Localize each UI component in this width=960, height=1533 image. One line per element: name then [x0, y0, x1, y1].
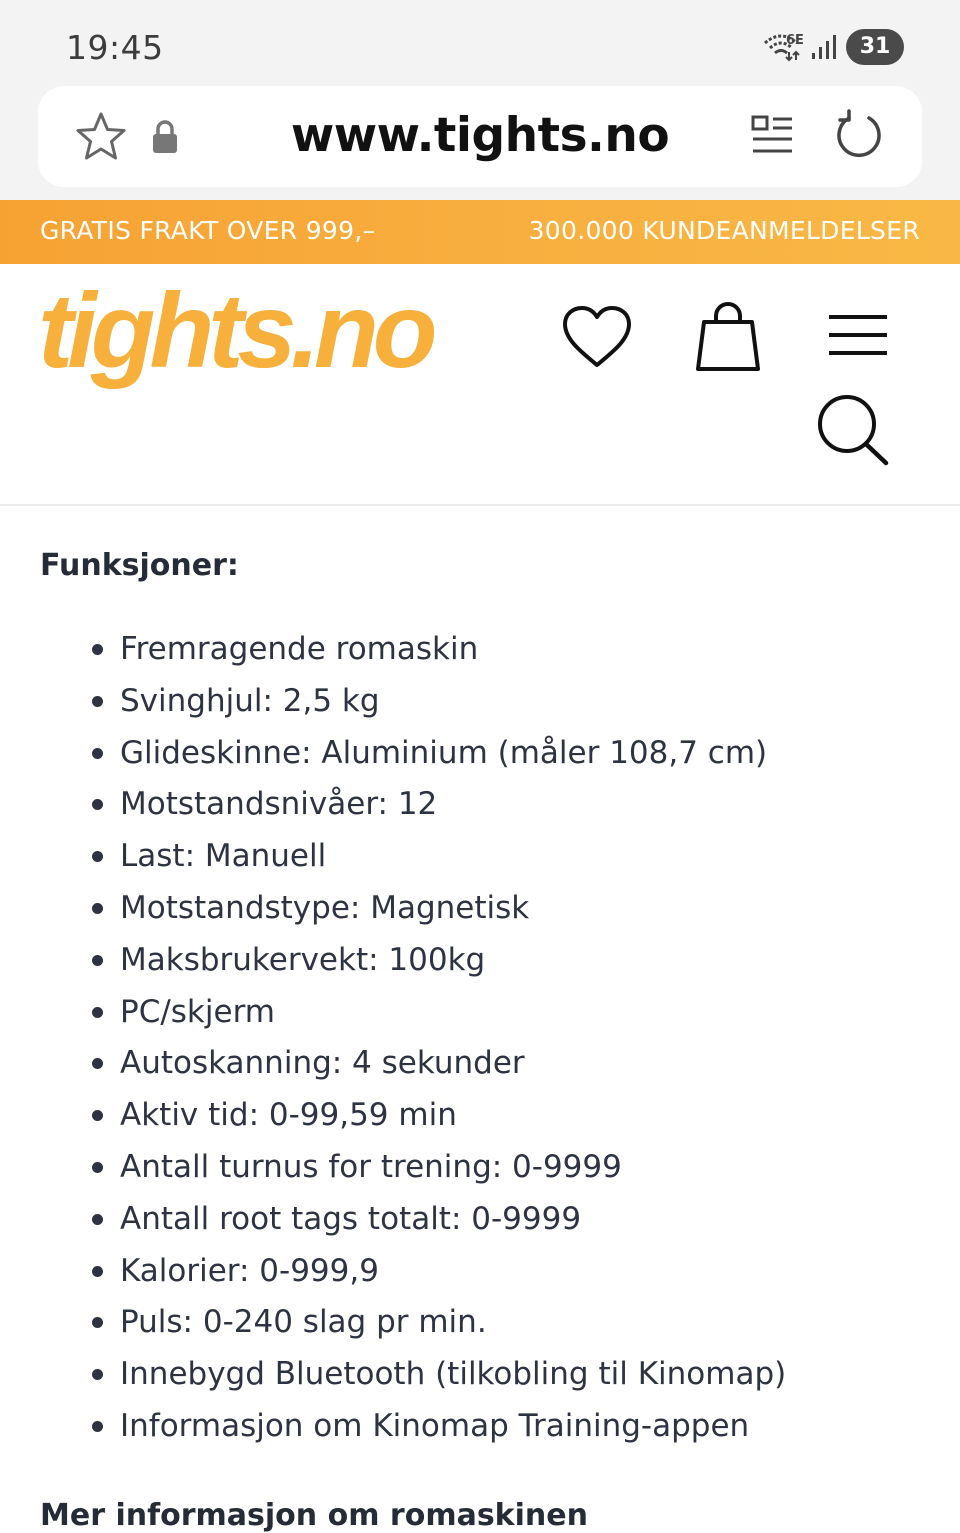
reload-icon[interactable]	[832, 108, 886, 162]
bag-icon[interactable]	[692, 300, 764, 374]
feature-list: Fremragende romaskin Svinghjul: 2,5 kg G…	[0, 628, 960, 1457]
reader-mode-icon[interactable]	[750, 114, 796, 158]
menu-icon[interactable]	[826, 312, 890, 358]
list-item: Innebygd Bluetooth (tilkobling til Kinom…	[0, 1353, 960, 1405]
list-item: PC/skjerm	[0, 991, 960, 1043]
list-item: Motstandstype: Magnetisk	[0, 887, 960, 939]
list-item: Kalorier: 0-999,9	[0, 1250, 960, 1302]
wifi-6e-icon: 6E	[764, 33, 804, 62]
status-clock: 19:45	[66, 28, 164, 67]
signal-icon	[812, 35, 836, 59]
battery-icon: 31	[846, 29, 904, 65]
svg-text:6E: 6E	[786, 33, 804, 48]
list-item: Motstandsnivåer: 12	[0, 783, 960, 835]
site-logo[interactable]: tights.no	[38, 278, 437, 384]
search-icon[interactable]	[814, 392, 892, 468]
reviews-count-text: 300.000 KUNDEANMELDELSER	[528, 216, 920, 245]
list-item: Glideskinne: Aluminium (måler 108,7 cm)	[0, 732, 960, 784]
list-item: Aktiv tid: 0-99,59 min	[0, 1094, 960, 1146]
status-bar: 19:45 6E 31 www.tights.no	[0, 0, 960, 200]
list-item: Autoskanning: 4 sekunder	[0, 1042, 960, 1094]
site-header: tights.no	[0, 264, 960, 506]
list-item: Maksbrukervekt: 100kg	[0, 939, 960, 991]
list-item: Antall root tags totalt: 0-9999	[0, 1198, 960, 1250]
list-item: Svinghjul: 2,5 kg	[0, 680, 960, 732]
promo-bar: GRATIS FRAKT OVER 999,– 300.000 KUNDEANM…	[0, 200, 960, 264]
list-item: Puls: 0-240 slag pr min.	[0, 1301, 960, 1353]
section-title: Funksjoner:	[40, 548, 239, 583]
heart-icon[interactable]	[560, 304, 634, 370]
list-item: Fremragende romaskin	[0, 628, 960, 680]
list-item: Antall turnus for trening: 0-9999	[0, 1146, 960, 1198]
next-section-title: Mer informasjon om romaskinen	[40, 1498, 588, 1533]
address-bar[interactable]: www.tights.no	[38, 86, 922, 187]
list-item: Last: Manuell	[0, 835, 960, 887]
free-shipping-text: GRATIS FRAKT OVER 999,–	[40, 216, 376, 245]
list-item: Informasjon om Kinomap Training-appen	[0, 1405, 960, 1457]
